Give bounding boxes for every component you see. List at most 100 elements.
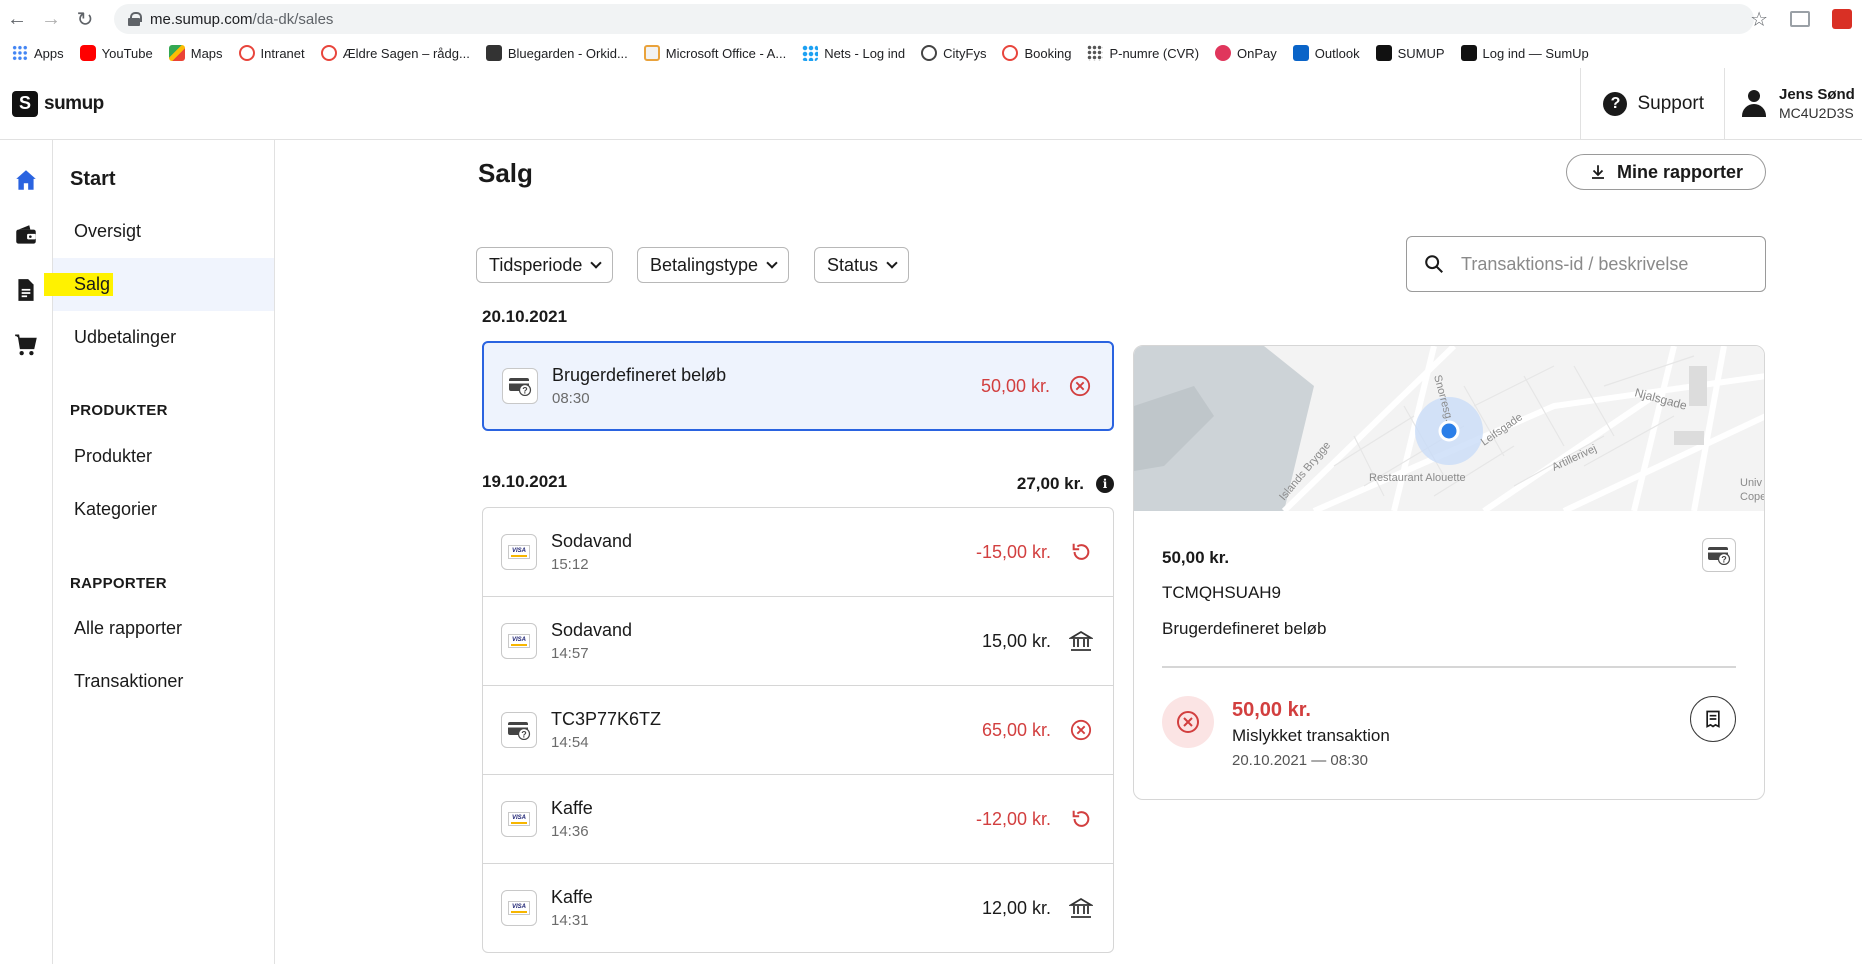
home-icon[interactable] (12, 166, 40, 194)
bookmark-intranet[interactable]: Intranet (238, 45, 305, 61)
transaction-row[interactable]: Sodavand 14:57 15,00 kr. (482, 596, 1114, 686)
bookmark-onpay[interactable]: OnPay (1215, 45, 1277, 61)
nav-item-kategorier[interactable]: Kategorier (53, 483, 274, 536)
nav-section-rapporter: RAPPORTER (70, 575, 167, 592)
wallet-icon[interactable] (12, 221, 40, 249)
bookmark-bluegarden[interactable]: Bluegarden - Orkid... (485, 45, 628, 61)
nav-item-alle-rapporter[interactable]: Alle rapporter (53, 602, 274, 655)
transaction-row[interactable]: ? Brugerdefineret beløb 08:30 50,00 kr. (482, 341, 1114, 431)
logo-text: sumup (44, 92, 104, 114)
map-label-place: Univ (1740, 477, 1763, 489)
nav-item-udbetalinger[interactable]: Udbetalinger (53, 311, 274, 364)
user-menu[interactable]: Jens Sønd MC4U2D3S (1724, 68, 1862, 140)
transaction-time: 14:36 (551, 823, 589, 840)
status-label: Mislykket transaktion (1232, 726, 1390, 745)
globe-icon (921, 45, 938, 61)
support-button[interactable]: ? Support (1580, 68, 1724, 140)
microsoft-office-icon (643, 45, 660, 61)
nav-item-salg-label: Salg (44, 273, 114, 296)
sumup-logo[interactable]: S sumup (12, 90, 104, 117)
failed-status-icon (1068, 374, 1092, 398)
side-nav: Start Oversigt Salg Udbetalinger PRODUKT… (44, 140, 275, 964)
bookmark-cityfys[interactable]: CityFys (921, 45, 986, 61)
user-name: Jens Sønd (1779, 86, 1855, 103)
day-total-amount: 27,00 kr. (1016, 474, 1084, 493)
bookmark-apps[interactable]: Apps (12, 45, 64, 61)
visa-card-icon (501, 890, 537, 926)
transaction-title: Brugerdefineret beløb (552, 365, 727, 385)
receipt-button[interactable] (1690, 696, 1736, 742)
refund-icon (1069, 807, 1093, 831)
help-icon: ? (1603, 92, 1628, 116)
divider (1162, 666, 1736, 668)
transaction-amount: 15,00 kr. (981, 630, 1051, 651)
bookmark-star-icon[interactable]: ☆ (1750, 7, 1768, 32)
bookmark-p-numre[interactable]: P-numre (CVR) (1087, 45, 1199, 61)
transaction-row[interactable]: Kaffe 14:31 12,00 kr. (482, 863, 1114, 953)
card-unknown-icon: ? (1702, 538, 1736, 572)
filter-tidsperiode[interactable]: Tidsperiode (476, 247, 614, 283)
transaction-row[interactable]: Sodavand 15:12 -15,00 kr. (482, 507, 1114, 597)
card-unknown-icon: ? (501, 712, 537, 748)
status-amount: 50,00 kr. (1232, 699, 1311, 721)
info-icon[interactable]: i (1096, 475, 1114, 493)
nav-item-transaktioner[interactable]: Transaktioner (53, 655, 274, 708)
onpay-icon (1215, 45, 1232, 61)
bookmark-sumup-login[interactable]: Log ind — SumUp (1460, 45, 1589, 61)
transaction-title: Kaffe (551, 887, 593, 907)
my-reports-button[interactable]: Mine rapporter (1566, 154, 1766, 190)
document-icon[interactable] (12, 276, 40, 304)
back-arrow-icon[interactable]: ← (0, 2, 34, 36)
forward-arrow-icon[interactable]: → (34, 2, 68, 36)
transaction-time: 08:30 (552, 390, 590, 407)
pdf-extension-icon[interactable] (1832, 9, 1852, 29)
bookmark-microsoft-office[interactable]: Microsoft Office - A... (643, 45, 786, 61)
nav-item-salg[interactable]: Salg (44, 258, 274, 311)
cart-icon[interactable] (12, 331, 40, 359)
bank-icon (1069, 896, 1093, 920)
bookmarks-bar: Apps YouTube Maps Intranet Ældre Sagen –… (0, 38, 1862, 68)
youtube-icon (79, 45, 96, 61)
transaction-row[interactable]: ? TC3P77K6TZ 14:54 65,00 kr. (482, 685, 1114, 775)
transaction-search[interactable] (1406, 236, 1766, 292)
aeldre-sagen-icon (320, 45, 337, 61)
date-heading: 20.10.2021 (482, 307, 568, 326)
bank-icon (1069, 629, 1093, 653)
bookmark-sumup[interactable]: SUMUP (1375, 45, 1445, 61)
nav-item-oversigt[interactable]: Oversigt (53, 205, 274, 258)
bookmark-maps[interactable]: Maps (168, 45, 223, 61)
extension-icon[interactable] (1790, 11, 1810, 27)
url-host: me.sumup.com (150, 10, 253, 28)
transaction-detail-panel: Snorresg. Leifsgade Njalsgade Artilleriv… (1133, 345, 1765, 800)
sumup-icon (1460, 45, 1477, 61)
day-total: 27,00 kr. i (960, 474, 1114, 494)
bookmark-nets[interactable]: Nets - Log ind (802, 45, 905, 61)
intranet-icon (238, 45, 255, 61)
nets-icon (802, 45, 819, 61)
address-bar[interactable]: me.sumup.com/da-dk/sales (114, 4, 1754, 34)
transaction-title: Kaffe (551, 798, 593, 818)
search-icon (1425, 255, 1443, 273)
search-input[interactable] (1461, 253, 1741, 275)
support-label: Support (1637, 93, 1704, 114)
bookmark-outlook[interactable]: Outlook (1292, 45, 1360, 61)
filter-betalingstype[interactable]: Betalingstype (637, 247, 790, 283)
transaction-amount: 12,00 kr. (981, 897, 1051, 918)
transaction-time: 14:31 (551, 912, 589, 929)
download-icon (1591, 165, 1604, 179)
location-map[interactable]: Snorresg. Leifsgade Njalsgade Artilleriv… (1134, 346, 1764, 511)
visa-card-icon (501, 534, 537, 570)
transaction-row[interactable]: Kaffe 14:36 -12,00 kr. (482, 774, 1114, 864)
transaction-code: TCMQHSUAH9 (1162, 583, 1282, 602)
transaction-amount: -15,00 kr. (975, 541, 1051, 562)
cvr-icon (1087, 45, 1104, 61)
bookmark-booking[interactable]: Booking (1002, 45, 1071, 61)
bookmark-youtube[interactable]: YouTube (79, 45, 153, 61)
reload-icon[interactable]: ↻ (68, 2, 102, 36)
bookmark-aeldre-sagen[interactable]: Ældre Sagen – rådg... (320, 45, 470, 61)
bluegarden-icon (485, 45, 502, 61)
filter-status[interactable]: Status (814, 247, 910, 283)
browser-toolbar: ← → ↻ me.sumup.com/da-dk/sales ☆ (0, 0, 1862, 38)
my-reports-label: Mine rapporter (1616, 161, 1744, 182)
nav-item-produkter[interactable]: Produkter (53, 430, 274, 483)
